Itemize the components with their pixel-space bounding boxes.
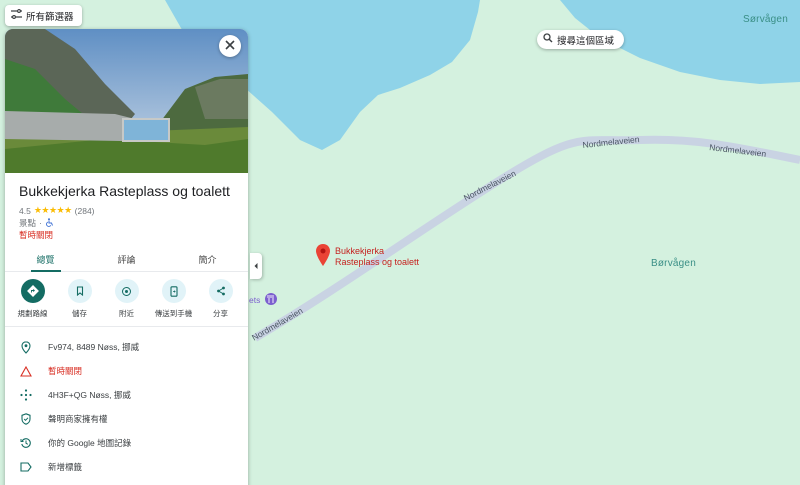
rating-value: 4.5 [19,205,31,216]
review-count[interactable]: (284) [75,206,95,216]
maps-history-row[interactable]: 你的 Google 地圖記錄 [5,431,248,455]
nearby-button[interactable]: 附近 [105,279,149,326]
closed-status-text: 暫時關閉 [48,366,83,376]
info-list: Fv974, 8489 Nøss, 挪威 暫時關閉 4H3F+QG Nøss, … [5,335,248,479]
chevron-left-icon [253,257,259,275]
pin-label-line: Bukkekjerka [335,246,385,256]
pin-label-line: Rasteplass og toalett [335,256,420,267]
warning-icon [19,364,33,378]
send-to-phone-label: 傳送到手機 [154,309,193,318]
collapse-panel-button[interactable] [250,253,262,279]
poi-partial-label: ets [249,295,261,305]
category-label[interactable]: 景點 [19,217,36,229]
nearby-icon [114,279,139,303]
rating-row[interactable]: 4.5 ★★★★★ (284) [19,205,95,216]
all-filters-label: 所有篩選器 [26,11,74,23]
place-photo[interactable] [5,29,248,173]
place-label-borvagen: Børvågen [651,258,696,269]
wheelchair-accessible-icon [45,217,54,229]
add-label-text: 新增標籤 [48,462,83,472]
separator: · [39,218,42,228]
tab-bar: 總覽 評論 簡介 [5,244,248,272]
share-icon [208,279,233,303]
closed-status-row: 暫時關閉 [5,359,248,383]
location-pin-icon [19,340,33,354]
nearby-label: 附近 [119,309,134,318]
pin-place-label[interactable]: Bukkekjerka Rasteplass og toalett [335,246,419,267]
restaurant-poi-icon[interactable] [265,293,277,305]
share-label: 分享 [213,309,228,318]
address-row[interactable]: Fv974, 8489 Nøss, 挪威 [5,335,248,359]
label-icon [19,460,33,474]
map-pin-icon[interactable] [316,244,330,266]
action-bar: 規劃路線 儲存 附近 傳送到手機 分享 [5,279,248,327]
maps-history-text: 你的 Google 地圖記錄 [48,438,132,448]
address-text: Fv974, 8489 Nøss, 挪威 [48,342,140,352]
search-icon [543,33,553,46]
send-to-phone-icon [161,279,186,303]
place-details-panel: Bukkekjerka Rasteplass og toalett 4.5 ★★… [5,29,248,485]
search-this-area-button[interactable]: 搜尋這個區域 [537,30,625,49]
bookmark-icon [67,279,92,303]
save-label: 儲存 [72,309,87,318]
close-icon [225,37,235,55]
status-text: 暫時關閉 [19,230,54,240]
star-rating-icon: ★★★★★ [33,205,72,215]
save-button[interactable]: 儲存 [58,279,102,326]
close-button[interactable] [219,35,241,57]
category-row: 景點 · [19,217,54,229]
tab-reviews[interactable]: 評論 [86,244,167,271]
share-button[interactable]: 分享 [199,279,243,326]
tab-overview[interactable]: 總覽 [5,244,86,272]
place-title: Bukkekjerka Rasteplass og toalett [19,183,230,199]
add-label-row[interactable]: 新增標籤 [5,455,248,479]
directions-label: 規劃路線 [17,309,48,318]
directions-button[interactable]: 規劃路線 [11,279,55,326]
verified-shield-icon [19,412,33,426]
plus-code-row[interactable]: 4H3F+QG Nøss, 挪威 [5,383,248,407]
filter-sliders-icon [11,9,22,22]
history-icon [19,436,33,450]
all-filters-button[interactable]: 所有篩選器 [5,5,82,26]
plus-code-text: 4H3F+QG Nøss, 挪威 [48,390,131,400]
directions-icon [20,279,45,303]
plus-code-icon [19,388,33,402]
place-label-sorvagen: Sørvågen [743,14,788,25]
search-this-area-label: 搜尋這個區域 [557,35,615,47]
claim-business-row[interactable]: 聲明商家擁有權 [5,407,248,431]
claim-business-text: 聲明商家擁有權 [48,414,108,424]
tab-about[interactable]: 簡介 [167,244,248,271]
send-to-phone-button[interactable]: 傳送到手機 [152,279,196,326]
